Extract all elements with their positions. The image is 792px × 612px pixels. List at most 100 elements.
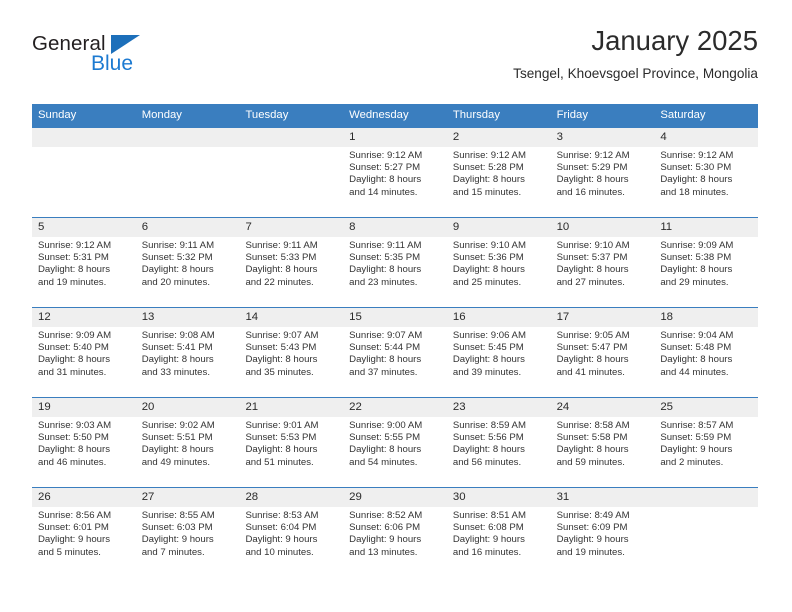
- day-info: Sunrise: 9:09 AM Sunset: 5:40 PM Dayligh…: [32, 327, 136, 379]
- day-cell[interactable]: 8 Sunrise: 9:11 AM Sunset: 5:35 PM Dayli…: [343, 218, 447, 307]
- weekday-header-saturday: Saturday: [660, 109, 706, 121]
- day-cell: [32, 128, 136, 217]
- sunrise-text: Sunrise: 9:05 AM: [556, 330, 630, 341]
- day-info: Sunrise: 9:11 AM Sunset: 5:32 PM Dayligh…: [136, 237, 240, 289]
- sunrise-text: Sunrise: 9:07 AM: [245, 330, 319, 341]
- sunset-text: Sunset: 5:55 PM: [349, 432, 421, 444]
- sunrise-text: Sunrise: 8:51 AM: [452, 510, 526, 521]
- sunset-text: Sunset: 5:35 PM: [349, 252, 421, 264]
- day-info: Sunrise: 9:08 AM Sunset: 5:41 PM Dayligh…: [136, 327, 240, 379]
- day-cell: [239, 128, 344, 217]
- day-cell[interactable]: 2 Sunrise: 9:12 AM Sunset: 5:28 PM Dayli…: [446, 128, 551, 217]
- sunrise-text: Sunrise: 9:00 AM: [349, 420, 423, 431]
- daylight-text-line2: and 23 minutes.: [349, 276, 418, 288]
- daylight-text-line2: and 18 minutes.: [660, 186, 729, 198]
- daylight-text-line2: and 37 minutes.: [349, 366, 418, 378]
- daylight-text-line2: and 46 minutes.: [38, 456, 107, 468]
- day-cell[interactable]: 23 Sunrise: 8:59 AM Sunset: 5:56 PM Dayl…: [446, 398, 551, 487]
- day-cell[interactable]: 29 Sunrise: 8:52 AM Sunset: 6:06 PM Dayl…: [343, 488, 447, 577]
- day-cell[interactable]: 7 Sunrise: 9:11 AM Sunset: 5:33 PM Dayli…: [239, 218, 344, 307]
- sunset-text: Sunset: 5:27 PM: [349, 162, 421, 174]
- day-cell[interactable]: 4 Sunrise: 9:12 AM Sunset: 5:30 PM Dayli…: [654, 128, 759, 217]
- daylight-text-line2: and 51 minutes.: [245, 456, 314, 468]
- day-cell[interactable]: 12 Sunrise: 9:09 AM Sunset: 5:40 PM Dayl…: [32, 308, 136, 397]
- day-cell[interactable]: 31 Sunrise: 8:49 AM Sunset: 6:09 PM Dayl…: [550, 488, 655, 577]
- day-number: 9: [446, 218, 551, 237]
- day-cell[interactable]: 11 Sunrise: 9:09 AM Sunset: 5:38 PM Dayl…: [654, 218, 759, 307]
- day-cell[interactable]: 3 Sunrise: 9:12 AM Sunset: 5:29 PM Dayli…: [550, 128, 655, 217]
- daylight-text-line2: and 56 minutes.: [452, 456, 522, 468]
- day-number: [135, 128, 240, 147]
- week-row: 19 Sunrise: 9:03 AM Sunset: 5:50 PM Dayl…: [32, 397, 759, 487]
- sunset-text: Sunset: 5:31 PM: [38, 252, 109, 264]
- day-cell[interactable]: 28 Sunrise: 8:53 AM Sunset: 6:04 PM Dayl…: [239, 488, 344, 577]
- day-info: Sunrise: 8:56 AM Sunset: 6:01 PM Dayligh…: [32, 507, 136, 559]
- daylight-text-line1: Daylight: 8 hours: [660, 354, 733, 366]
- day-cell[interactable]: 26 Sunrise: 8:56 AM Sunset: 6:01 PM Dayl…: [32, 488, 136, 577]
- daylight-text-line2: and 20 minutes.: [141, 276, 210, 288]
- day-info: Sunrise: 9:03 AM Sunset: 5:50 PM Dayligh…: [32, 417, 136, 469]
- day-cell[interactable]: 24 Sunrise: 8:58 AM Sunset: 5:58 PM Dayl…: [550, 398, 655, 487]
- day-cell[interactable]: 16 Sunrise: 9:06 AM Sunset: 5:45 PM Dayl…: [446, 308, 551, 397]
- day-info: Sunrise: 9:04 AM Sunset: 5:48 PM Dayligh…: [654, 327, 758, 379]
- sunrise-text: Sunrise: 9:11 AM: [141, 240, 215, 251]
- weekday-header-sunday: Sunday: [38, 109, 77, 121]
- weekday-header-row: Sunday Monday Tuesday Wednesday Thursday…: [32, 104, 758, 127]
- page-header: General Blue January 2025 Tsengel, Khoev…: [32, 24, 758, 96]
- daylight-text-line2: and 19 minutes.: [556, 546, 625, 558]
- sunrise-text: Sunrise: 8:49 AM: [556, 510, 630, 521]
- calendar-grid: Sunday Monday Tuesday Wednesday Thursday…: [32, 104, 759, 577]
- day-info: Sunrise: 9:00 AM Sunset: 5:55 PM Dayligh…: [343, 417, 447, 469]
- daylight-text-line1: Daylight: 9 hours: [245, 534, 318, 546]
- day-number: 15: [343, 308, 447, 327]
- day-info: Sunrise: 9:10 AM Sunset: 5:37 PM Dayligh…: [551, 237, 655, 289]
- day-info: Sunrise: 9:12 AM Sunset: 5:28 PM Dayligh…: [447, 147, 551, 199]
- daylight-text-line2: and 41 minutes.: [556, 366, 625, 378]
- daylight-text-line1: Daylight: 9 hours: [38, 534, 110, 546]
- day-cell[interactable]: 18 Sunrise: 9:04 AM Sunset: 5:48 PM Dayl…: [654, 308, 759, 397]
- sunrise-text: Sunrise: 8:53 AM: [245, 510, 319, 521]
- day-cell[interactable]: 5 Sunrise: 9:12 AM Sunset: 5:31 PM Dayli…: [32, 218, 136, 307]
- sunrise-text: Sunrise: 8:58 AM: [556, 420, 630, 431]
- day-cell[interactable]: 25 Sunrise: 8:57 AM Sunset: 5:59 PM Dayl…: [654, 398, 759, 487]
- sunrise-text: Sunrise: 9:07 AM: [349, 330, 423, 341]
- sunrise-text: Sunrise: 9:12 AM: [556, 150, 630, 161]
- day-cell[interactable]: 10 Sunrise: 9:10 AM Sunset: 5:37 PM Dayl…: [550, 218, 655, 307]
- day-number: [654, 488, 759, 507]
- daylight-text-line1: Daylight: 8 hours: [141, 264, 214, 276]
- day-cell[interactable]: 17 Sunrise: 9:05 AM Sunset: 5:47 PM Dayl…: [550, 308, 655, 397]
- sunset-text: Sunset: 5:45 PM: [452, 342, 524, 354]
- day-cell[interactable]: 14 Sunrise: 9:07 AM Sunset: 5:43 PM Dayl…: [239, 308, 344, 397]
- day-cell[interactable]: 21 Sunrise: 9:01 AM Sunset: 5:53 PM Dayl…: [239, 398, 344, 487]
- general-blue-logo[interactable]: General Blue: [32, 32, 182, 84]
- sunset-text: Sunset: 5:32 PM: [141, 252, 213, 264]
- day-number: 5: [32, 218, 136, 237]
- day-info: Sunrise: 9:01 AM Sunset: 5:53 PM Dayligh…: [239, 417, 343, 469]
- day-number: 19: [32, 398, 136, 417]
- day-number: 25: [654, 398, 759, 417]
- day-cell[interactable]: 30 Sunrise: 8:51 AM Sunset: 6:08 PM Dayl…: [446, 488, 551, 577]
- daylight-text-line2: and 10 minutes.: [245, 546, 314, 558]
- day-cell[interactable]: 27 Sunrise: 8:55 AM Sunset: 6:03 PM Dayl…: [135, 488, 240, 577]
- daylight-text-line1: Daylight: 8 hours: [349, 174, 422, 186]
- day-cell[interactable]: 20 Sunrise: 9:02 AM Sunset: 5:51 PM Dayl…: [135, 398, 240, 487]
- day-number: 18: [654, 308, 759, 327]
- daylight-text-line1: Daylight: 8 hours: [349, 264, 422, 276]
- day-cell: [135, 128, 240, 217]
- day-cell[interactable]: 6 Sunrise: 9:11 AM Sunset: 5:32 PM Dayli…: [135, 218, 240, 307]
- day-number: 29: [343, 488, 447, 507]
- week-row: 26 Sunrise: 8:56 AM Sunset: 6:01 PM Dayl…: [32, 487, 759, 577]
- day-number: 22: [343, 398, 447, 417]
- sunset-text: Sunset: 5:37 PM: [556, 252, 628, 264]
- day-number: 2: [446, 128, 551, 147]
- sunrise-text: Sunrise: 9:11 AM: [349, 240, 422, 251]
- day-number: 24: [550, 398, 655, 417]
- day-cell[interactable]: 22 Sunrise: 9:00 AM Sunset: 5:55 PM Dayl…: [343, 398, 447, 487]
- day-cell[interactable]: 9 Sunrise: 9:10 AM Sunset: 5:36 PM Dayli…: [446, 218, 551, 307]
- sunset-text: Sunset: 5:47 PM: [556, 342, 628, 354]
- weekday-header-monday: Monday: [141, 109, 182, 121]
- day-cell[interactable]: 13 Sunrise: 9:08 AM Sunset: 5:41 PM Dayl…: [135, 308, 240, 397]
- day-cell[interactable]: 19 Sunrise: 9:03 AM Sunset: 5:50 PM Dayl…: [32, 398, 136, 487]
- day-cell[interactable]: 1 Sunrise: 9:12 AM Sunset: 5:27 PM Dayli…: [343, 128, 447, 217]
- day-cell[interactable]: 15 Sunrise: 9:07 AM Sunset: 5:44 PM Dayl…: [343, 308, 447, 397]
